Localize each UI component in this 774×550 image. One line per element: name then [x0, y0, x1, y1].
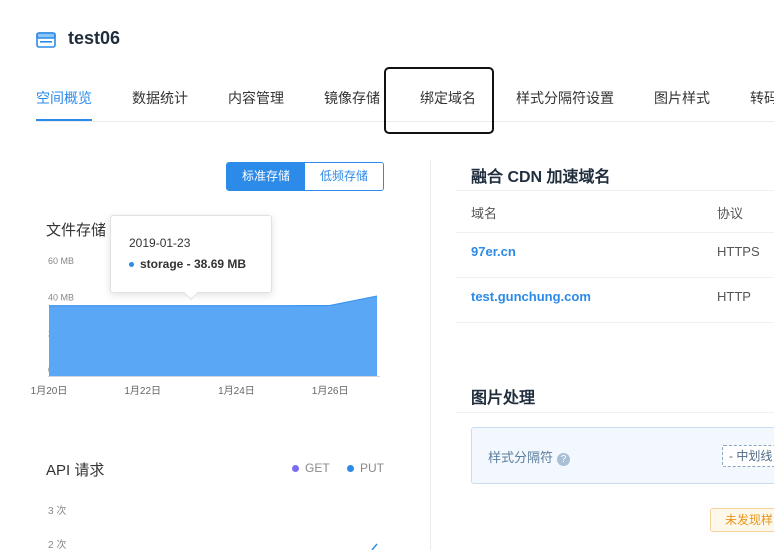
- x-tick-label: 1月24日: [218, 385, 255, 397]
- domain-link-97er[interactable]: 97er.cn: [471, 244, 516, 259]
- chart-tooltip: 2019-01-23 storage - 38.69 MB: [110, 215, 272, 301]
- legend-put[interactable]: PUT: [347, 461, 384, 475]
- style-separator-label: 样式分隔符?: [488, 447, 571, 466]
- warning-badge: 未发现样: [710, 508, 774, 532]
- storage-area: [49, 296, 377, 376]
- series-dot: [129, 262, 134, 268]
- table-row-divider: [456, 232, 774, 233]
- style-separator-box: 样式分隔符? - 中划线: [471, 427, 774, 484]
- image-processing-divider: [456, 412, 774, 413]
- x-tick-label: 1月26日: [312, 385, 349, 397]
- y-tick-label: 40 MB: [48, 292, 74, 302]
- legend-dot-put: [347, 465, 354, 473]
- y-tick-label: 60 MB: [48, 256, 74, 266]
- image-processing-title: 图片处理: [471, 390, 536, 407]
- column-header-protocol: 协议: [717, 206, 744, 221]
- api-y-tick-2: 2 次: [48, 540, 67, 550]
- table-row-divider: [456, 322, 774, 323]
- protocol-https: HTTPS: [717, 244, 760, 259]
- legend-get[interactable]: GET: [292, 461, 330, 475]
- help-icon[interactable]: ?: [557, 453, 571, 466]
- table-row-divider: [456, 277, 774, 278]
- tooltip-value: storage - 38.69 MB: [129, 257, 246, 271]
- x-tick-label: 1月20日: [31, 385, 68, 397]
- storage-line: [49, 295, 378, 307]
- api-requests-title: API 请求: [46, 462, 105, 479]
- tooltip-date: 2019-01-23: [129, 236, 191, 250]
- domain-link-gunchung[interactable]: test.gunchung.com: [471, 289, 591, 304]
- api-series-line: [371, 543, 378, 550]
- protocol-http: HTTP: [717, 289, 751, 304]
- x-tick-label: 1月22日: [124, 385, 161, 397]
- panel-divider: [430, 160, 431, 550]
- cdn-title: 融合 CDN 加速域名: [471, 169, 611, 186]
- cdn-divider: [456, 190, 774, 191]
- column-header-domain: 域名: [471, 206, 498, 221]
- legend-dot-get: [292, 465, 299, 473]
- separator-value-tag[interactable]: - 中划线: [722, 445, 774, 467]
- api-y-tick-3: 3 次: [48, 506, 67, 517]
